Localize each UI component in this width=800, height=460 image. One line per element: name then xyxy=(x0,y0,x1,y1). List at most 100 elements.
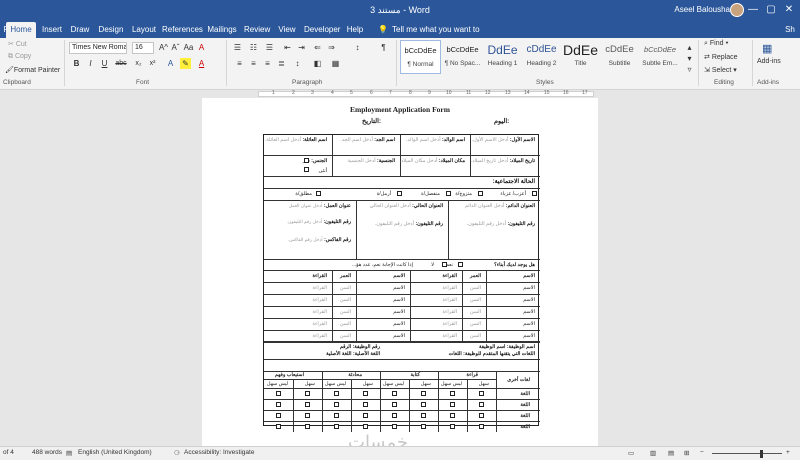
language-skill-checkbox[interactable] xyxy=(305,402,310,407)
language-skill-checkbox[interactable] xyxy=(334,402,339,407)
format-painter-button[interactable]: 🖌Format Painter xyxy=(5,66,60,74)
numbering-icon[interactable]: ☷ xyxy=(248,42,259,53)
language-skill-checkbox[interactable] xyxy=(479,424,484,429)
current-address-field[interactable]: العنوان الحالي: أدخل العنوان الحالي xyxy=(370,203,443,209)
nationality-field[interactable]: الجنسية: أدخل الجنسية xyxy=(347,158,395,164)
language-skill-checkbox[interactable] xyxy=(363,391,368,396)
child-age-cell[interactable]: السن xyxy=(470,285,481,291)
bullets-icon[interactable]: ☰ xyxy=(232,42,243,53)
style-subtle-emphasis[interactable]: bCcDdEe Subtle Em... xyxy=(638,40,682,74)
strikethrough-button[interactable]: abc xyxy=(113,58,129,69)
maximize-button[interactable]: ▢ xyxy=(764,2,778,18)
select-button[interactable]: ⇲ Select ▾ xyxy=(704,66,737,74)
child-age-cell[interactable]: السن xyxy=(340,309,351,315)
language-skill-checkbox[interactable] xyxy=(305,413,310,418)
native-language-field[interactable]: اللغة الأصلية: اللغة الأصلية xyxy=(326,351,380,357)
language-indicator[interactable]: English (United Kingdom) xyxy=(78,449,152,456)
tab-layout[interactable]: Layout xyxy=(131,22,157,38)
addins-icon[interactable]: ▦ xyxy=(762,42,772,55)
phone-field-3[interactable]: رقم التليفون: أدخل رقم التليفون. xyxy=(287,219,351,225)
zoom-out-icon[interactable]: − xyxy=(700,449,704,456)
child-age-cell[interactable]: السن xyxy=(470,297,481,303)
language-skill-checkbox[interactable] xyxy=(276,413,281,418)
find-button[interactable]: ⌕ Find ▾ xyxy=(704,40,728,48)
language-skill-checkbox[interactable] xyxy=(392,391,397,396)
grow-font-button[interactable]: A^ xyxy=(158,42,169,53)
child-study-cell[interactable]: القراءة xyxy=(312,309,327,315)
tab-references[interactable]: References xyxy=(162,22,203,38)
font-color-button[interactable]: A xyxy=(196,58,207,69)
children-count-field[interactable]: إذا كانت الإجابة نعم، عدد هؤ... xyxy=(352,262,413,268)
close-button[interactable]: ✕ xyxy=(782,2,796,18)
font-name-combo[interactable]: Times New Roman xyxy=(69,42,127,54)
shading-icon[interactable]: ◧ xyxy=(312,58,323,69)
child-study-cell[interactable]: القراءة xyxy=(312,285,327,291)
tell-me-search[interactable]: Tell me what you want to do xyxy=(392,22,482,50)
styles-down-icon[interactable]: ▾ xyxy=(684,53,695,64)
language-skill-checkbox[interactable] xyxy=(334,391,339,396)
children-yes-checkbox[interactable] xyxy=(458,262,463,267)
birth-place-field[interactable]: مكان الميلاد: أدخل مكان الميلاد. xyxy=(400,158,465,164)
child-name-cell[interactable]: الاسم xyxy=(393,297,405,303)
language-skill-checkbox[interactable] xyxy=(276,402,281,407)
child-name-cell[interactable]: الاسم xyxy=(393,321,405,327)
child-study-cell[interactable]: القراءة xyxy=(442,309,457,315)
word-count[interactable]: 488 words xyxy=(32,449,62,456)
child-age-cell[interactable]: السن xyxy=(340,333,351,339)
child-name-cell[interactable]: الاسم xyxy=(523,285,535,291)
child-study-cell[interactable]: القراءة xyxy=(442,285,457,291)
shrink-font-button[interactable]: Aˇ xyxy=(170,42,181,53)
language-skill-checkbox[interactable] xyxy=(479,402,484,407)
language-row-label[interactable]: اللغة xyxy=(520,413,530,419)
style-subtitle[interactable]: cDdEe Subtitle xyxy=(599,40,640,74)
subscript-button[interactable]: x₂ xyxy=(133,58,144,69)
line-spacing-icon[interactable]: ↕ xyxy=(292,58,303,69)
tab-mailings[interactable]: Mailings xyxy=(207,22,237,38)
permanent-address-field[interactable]: العنوان الدائم: أدخل العنوان الدائم xyxy=(465,203,535,209)
minimize-button[interactable]: — xyxy=(746,2,760,18)
child-study-cell[interactable]: القراءة xyxy=(312,333,327,339)
family-name-field[interactable]: اسم العائلة: أدخل اسم العائلة. xyxy=(265,137,327,143)
user-name[interactable]: Aseel Balousha xyxy=(674,5,730,14)
language-row-label[interactable]: اللغة xyxy=(520,391,530,397)
language-skill-checkbox[interactable] xyxy=(276,424,281,429)
font-size-combo[interactable]: 16 xyxy=(132,42,154,54)
work-address-field[interactable]: عنوان العمل: أدخل عنوان العمل xyxy=(289,203,351,209)
language-skill-checkbox[interactable] xyxy=(363,424,368,429)
language-skill-checkbox[interactable] xyxy=(421,402,426,407)
zoom-thumb[interactable] xyxy=(760,450,763,458)
styles-up-icon[interactable]: ▴ xyxy=(684,42,695,53)
style-normal[interactable]: bCcDdEe ¶ Normal xyxy=(400,40,441,74)
child-age-cell[interactable]: السن xyxy=(340,285,351,291)
highlight-button[interactable]: ✎ xyxy=(180,58,191,69)
document-page[interactable]: Employment Application Form اليوم: التار… xyxy=(202,98,598,446)
grandfather-name-field[interactable]: اسم الجد: أدخل اسم الجد. xyxy=(341,137,395,143)
tab-help[interactable]: Help xyxy=(345,22,365,38)
tab-insert[interactable]: Insert xyxy=(40,22,64,38)
child-name-cell[interactable]: الاسم xyxy=(393,309,405,315)
fax-field[interactable]: رقم الفاكس: أدخل رقم الفاكس. xyxy=(288,237,351,243)
cut-button[interactable]: ✂ Cut xyxy=(8,40,27,48)
female-checkbox[interactable] xyxy=(304,167,309,172)
read-mode-icon[interactable]: ▥ xyxy=(650,449,656,457)
language-skill-checkbox[interactable] xyxy=(392,402,397,407)
child-age-cell[interactable]: السن xyxy=(470,321,481,327)
align-center-icon[interactable]: ≡ xyxy=(248,58,259,69)
language-skill-checkbox[interactable] xyxy=(334,424,339,429)
child-age-cell[interactable]: السن xyxy=(470,309,481,315)
language-skill-checkbox[interactable] xyxy=(421,413,426,418)
children-no-checkbox[interactable] xyxy=(442,262,447,267)
birth-date-field[interactable]: تاريخ الميلاد: أدخل تاريخ الميلاد. xyxy=(471,158,535,164)
phone-field-1[interactable]: رقم التليفون: أدخل رقم التليفون. xyxy=(467,221,535,227)
language-skill-checkbox[interactable] xyxy=(363,402,368,407)
style-no-spacing[interactable]: bCcDdEe ¶ No Spac... xyxy=(442,40,483,74)
align-right-icon[interactable]: ≡ xyxy=(262,58,273,69)
copy-button[interactable]: ⧉ Copy xyxy=(8,53,31,61)
zoom-in-icon[interactable]: + xyxy=(786,449,790,456)
increase-indent-icon[interactable]: ⇥ xyxy=(296,42,307,53)
tab-developer[interactable]: Developer xyxy=(304,22,340,38)
tab-draw[interactable]: Draw xyxy=(70,22,90,38)
page-count[interactable]: of 4 xyxy=(3,449,14,456)
language-skill-checkbox[interactable] xyxy=(305,424,310,429)
language-row-label[interactable]: اللغة xyxy=(520,402,530,408)
